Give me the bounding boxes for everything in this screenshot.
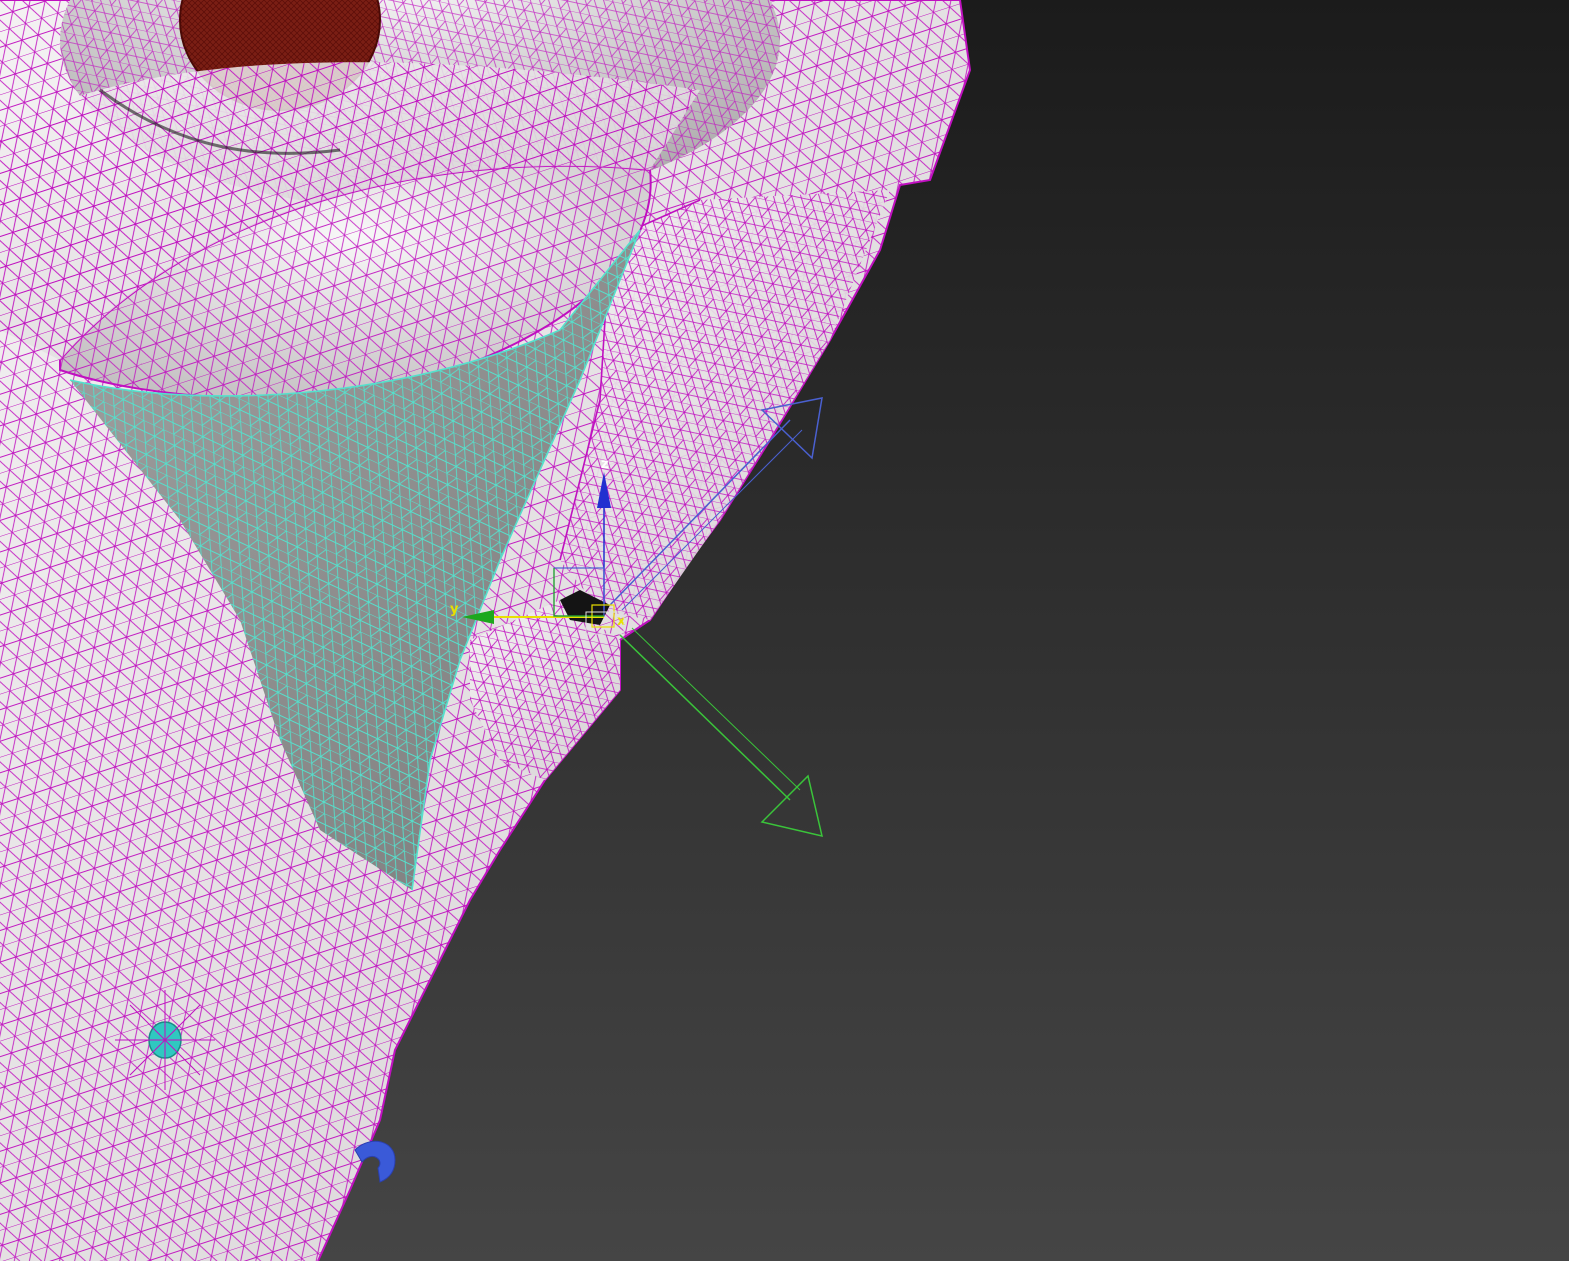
- x-axis-handle[interactable]: x: [617, 614, 626, 629]
- 3d-viewport[interactable]: z y x: [0, 0, 1569, 1261]
- cyan-point-helper[interactable]: [115, 990, 215, 1090]
- viewport-canvas[interactable]: z y x: [0, 0, 1569, 1261]
- y-axis-label: y: [450, 602, 459, 617]
- z-axis-label: z: [601, 457, 609, 472]
- x-axis-label: x: [617, 614, 626, 629]
